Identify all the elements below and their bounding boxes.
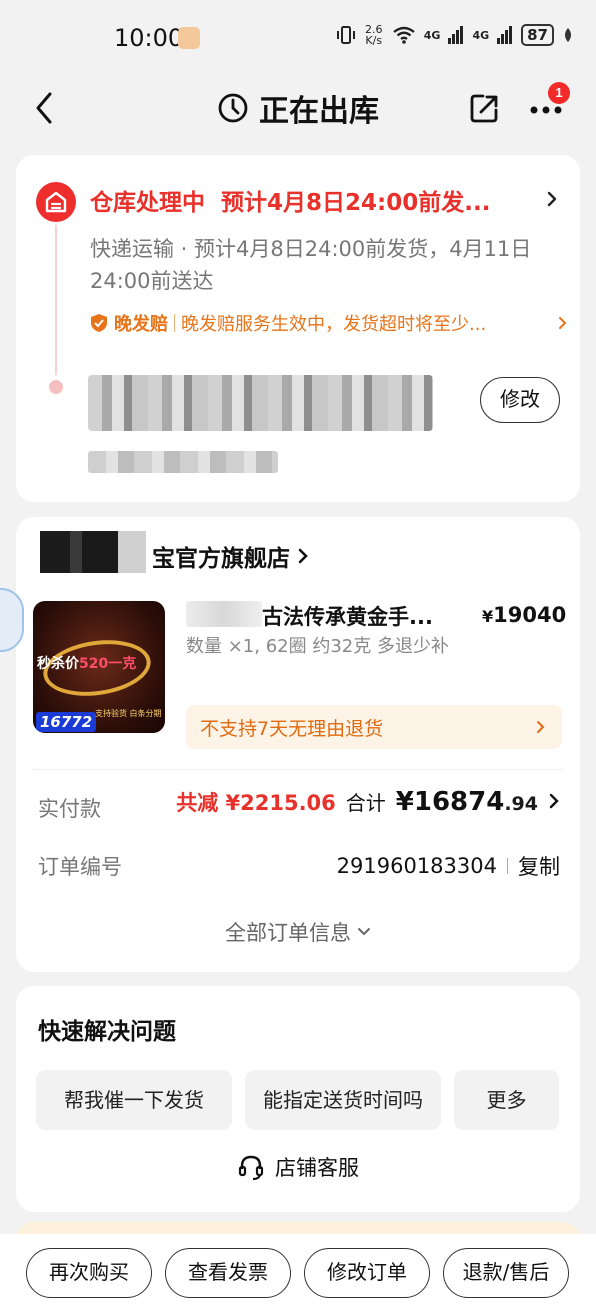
status-chevron-icon[interactable] <box>544 189 560 213</box>
shield-check-icon <box>91 314 107 332</box>
buy-again-button[interactable]: 再次购买 <box>26 1248 152 1298</box>
discount-amount: 共减 ¥2215.06 <box>176 791 336 815</box>
recipient-redacted <box>88 451 278 473</box>
edit-address-button[interactable]: 修改 <box>480 377 560 423</box>
customer-service-link[interactable]: 店铺客服 <box>16 1152 580 1182</box>
clock-icon <box>218 93 248 123</box>
shipping-card: 仓库处理中 预计4月8日24:00前发... 快递运输 · 预计4月8日24:0… <box>16 155 580 502</box>
status-bar: 10:00 2.6 K/s 4G 4G 87 <box>0 0 596 78</box>
page-title-wrap: 正在出库 <box>0 86 596 130</box>
headset-icon <box>238 1155 264 1181</box>
image-promo-highlight: 520一克 <box>79 656 137 672</box>
refund-aftersale-button[interactable]: 退款/售后 <box>443 1248 569 1298</box>
paid-label: 实付款 <box>38 797 101 821</box>
order-separator <box>507 858 508 874</box>
late-delivery-guarantee[interactable]: 晚发赔 晚发赔服务生效中，发货超时将至少... <box>90 310 570 336</box>
bottom-action-bar: 再次购买 查看发票 修改订单 退款/售后 <box>0 1234 596 1310</box>
status-label: 仓库处理中 <box>90 190 205 216</box>
product-price: ¥19040 <box>482 603 566 627</box>
timeline-line <box>55 225 57 375</box>
shipping-description: 快递运输 · 预计4月8日24:00前发货，4月11日24:00前送达 <box>90 237 532 293</box>
price-value: 19040 <box>493 603 567 627</box>
divider <box>33 769 563 770</box>
product-title[interactable]: 古法传承黄金手... <box>262 601 462 631</box>
shop-link[interactable]: 宝官方旗舰店 <box>152 539 310 573</box>
notification-badge: 1 <box>548 82 570 104</box>
customer-service-label: 店铺客服 <box>275 1156 359 1180</box>
guarantee-chevron-icon <box>559 317 567 329</box>
status-time: 10:00 <box>114 24 184 52</box>
app-notification-icon <box>178 27 200 49</box>
order-number-label: 订单编号 <box>38 855 122 879</box>
order-number-row: 291960183304 复制 <box>337 851 560 881</box>
image-sub: 支持验货 白条分期 <box>95 709 162 718</box>
price-symbol: ¥ <box>482 607 494 626</box>
signal-icon-2 <box>497 26 513 44</box>
total-amount: ¥16874 <box>395 787 505 817</box>
chevron-right-icon <box>549 793 559 809</box>
guarantee-text: 晚发赔服务生效中，发货超时将至少... <box>181 314 487 335</box>
chip-more[interactable]: 更多 <box>454 1070 559 1130</box>
wifi-icon <box>393 26 415 44</box>
copy-button[interactable]: 复制 <box>518 851 560 881</box>
shop-name-redacted <box>40 531 146 573</box>
chip-urge-shipping[interactable]: 帮我催一下发货 <box>36 1070 232 1130</box>
all-order-info-toggle[interactable]: 全部订单信息 <box>16 917 580 947</box>
share-button[interactable] <box>466 90 502 126</box>
image-promo-prefix: 秒杀价 <box>37 656 79 672</box>
shop-name: 宝官方旗舰店 <box>152 546 290 572</box>
no-return-text: 不支持7天无理由退货 <box>200 717 384 740</box>
no-return-notice[interactable]: 不支持7天无理由退货 <box>186 705 562 749</box>
view-invoice-button[interactable]: 查看发票 <box>165 1248 291 1298</box>
quick-solve-card: 快速解决问题 帮我催一下发货 能指定送货时间吗 更多 店铺客服 <box>16 986 580 1212</box>
total-decimal: .94 <box>504 793 538 815</box>
all-order-info-label: 全部订单信息 <box>225 921 351 945</box>
order-number: 291960183304 <box>336 854 497 878</box>
share-icon <box>470 94 498 123</box>
chevron-right-icon <box>298 548 308 564</box>
signal-label-1: 4G <box>423 28 441 42</box>
product-image[interactable]: 秒杀价520一克 16772 支持验货 白条分期 <box>33 601 165 733</box>
address-dot <box>49 380 63 394</box>
guarantee-separator <box>174 314 175 332</box>
signal-icon-1 <box>448 26 464 44</box>
paid-summary[interactable]: 共减 ¥2215.06 合计 ¥16874 .94 <box>176 787 560 817</box>
address-redacted <box>88 375 433 431</box>
status-estimate: 预计4月8日24:00前发... <box>221 190 491 216</box>
status-indicators: 2.6 K/s 4G 4G 87 <box>336 24 574 46</box>
leaf-icon <box>565 28 571 42</box>
net-speed: 2.6 K/s <box>364 24 384 46</box>
image-price: 16772 <box>36 712 97 732</box>
chip-delivery-time[interactable]: 能指定送货时间吗 <box>245 1070 441 1130</box>
product-title-redacted <box>186 601 262 627</box>
net-speed-unit: K/s <box>365 34 383 47</box>
total-label: 合计 <box>345 791 386 815</box>
chevron-down-icon <box>358 928 370 936</box>
product-spec: 数量 ×1, 62圈 约32克 多退少补 <box>186 636 449 657</box>
signal-label-2: 4G <box>472 28 490 42</box>
image-promo: 秒杀价520一克 <box>37 653 136 673</box>
battery-level: 87 <box>521 24 554 46</box>
order-card: 宝官方旗舰店 秒杀价520一克 16772 支持验货 白条分期 古法传承黄金手.… <box>16 517 580 972</box>
guarantee-tag: 晚发赔 <box>114 314 168 335</box>
quick-solve-title: 快速解决问题 <box>38 1019 176 1045</box>
shipping-status[interactable]: 仓库处理中 预计4月8日24:00前发... <box>90 183 490 217</box>
modify-order-button[interactable]: 修改订单 <box>304 1248 430 1298</box>
page-title: 正在出库 <box>259 94 379 129</box>
warehouse-icon <box>36 182 76 222</box>
no-return-chevron-icon <box>537 721 545 733</box>
vibrate-icon <box>336 26 355 44</box>
